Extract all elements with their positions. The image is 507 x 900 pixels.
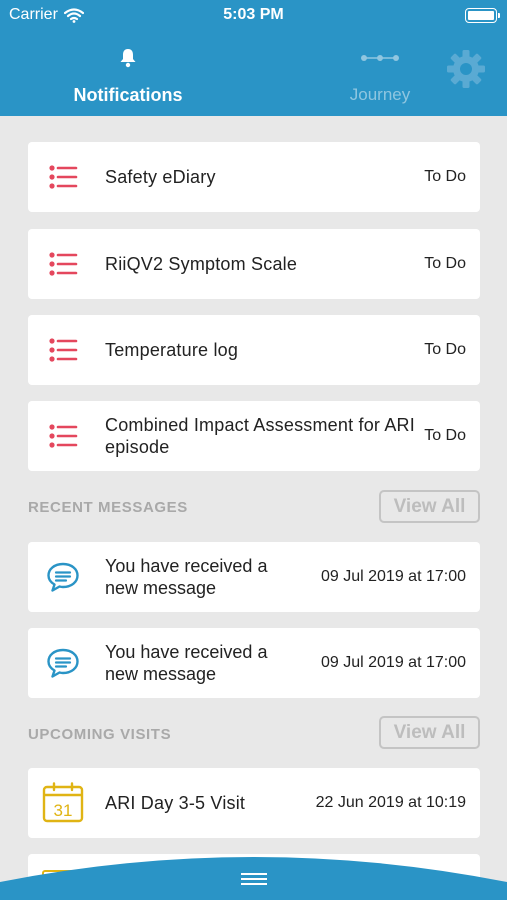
tab-label: Journey <box>349 85 411 104</box>
task-status: To Do <box>424 168 466 185</box>
task-card[interactable]: RiiQV2 Symptom Scale To Do <box>28 229 480 299</box>
app-header: Carrier 5:03 PM Notifications Journey <box>0 0 507 116</box>
task-list-icon <box>49 165 78 189</box>
tab-label: Notifications <box>73 85 183 105</box>
calendar-day-number: 31 <box>54 801 73 820</box>
tab-journey[interactable]: Journey <box>330 48 430 105</box>
task-list-icon <box>49 424 78 448</box>
task-title: RiiQV2 Symptom Scale <box>105 254 298 274</box>
task-title: Temperature log <box>105 340 239 360</box>
task-status: To Do <box>424 255 466 272</box>
battery-icon <box>465 8 500 23</box>
message-date: 09 Jul 2019 at 17:00 <box>320 568 466 585</box>
task-card[interactable]: Safety eDiary To Do <box>28 142 480 212</box>
status-bar: Carrier 5:03 PM <box>0 0 507 30</box>
task-title: Safety eDiary <box>105 167 216 187</box>
visit-card[interactable]: 31 ARI Day 3-5 Visit 22 Jun 2019 at 10:1… <box>28 768 480 838</box>
message-title: You have received a new message <box>105 556 268 598</box>
message-card[interactable]: You have received a new message 09 Jul 2… <box>28 542 480 612</box>
tab-notifications[interactable]: Notifications <box>58 48 198 106</box>
message-title: You have received a new message <box>105 642 268 684</box>
calendar-icon: 31 <box>42 782 84 823</box>
chat-bubble-icon <box>47 562 79 592</box>
bottom-menu-bar[interactable] <box>0 850 507 900</box>
view-all-messages-button[interactable]: View All <box>379 490 480 523</box>
task-card[interactable]: Combined Impact Assessment for ARI episo… <box>28 401 480 471</box>
upcoming-visits-heading: UPCOMING VISITS <box>28 726 172 743</box>
view-all-visits-button[interactable]: View All <box>379 716 480 749</box>
status-time: 5:03 PM <box>223 6 284 23</box>
message-date: 09 Jul 2019 at 17:00 <box>320 654 466 671</box>
task-status: To Do <box>424 427 466 444</box>
visit-date: 22 Jun 2019 at 10:19 <box>315 794 466 811</box>
recent-messages-heading: RECENT MESSAGES <box>28 499 188 516</box>
task-list-icon <box>49 338 78 362</box>
message-card[interactable]: You have received a new message 09 Jul 2… <box>28 628 480 698</box>
journey-icon <box>361 55 399 61</box>
task-title: Combined Impact Assessment for ARI episo… <box>105 415 415 457</box>
gear-icon[interactable] <box>446 49 486 89</box>
task-status: To Do <box>424 341 466 358</box>
task-card[interactable]: Temperature log To Do <box>28 315 480 385</box>
task-list-icon <box>49 252 78 276</box>
bell-icon <box>120 49 136 68</box>
chat-bubble-icon <box>47 648 79 678</box>
